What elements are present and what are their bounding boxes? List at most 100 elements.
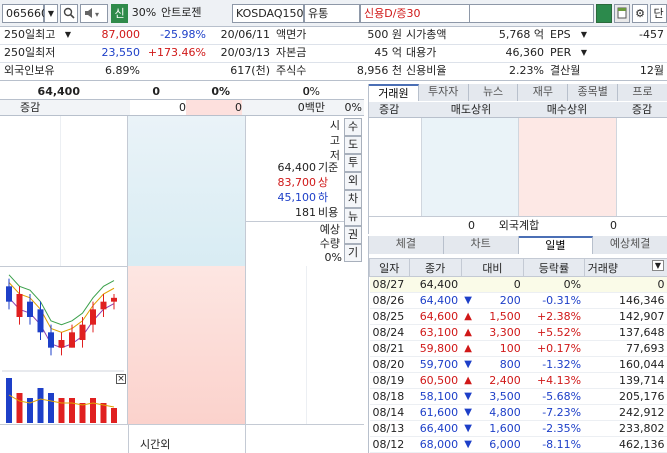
table-row[interactable]: 08/19 60,500 ▲ 2,400 +4.13% 139,714 [369, 372, 667, 389]
row-close: 61,600 [409, 404, 462, 421]
row-volume: 0 [584, 276, 667, 293]
row-change-value: 4,800 [489, 406, 521, 419]
price-ref-panel: 시 고 저 64,400 기준 83,700 상 45,100 하 181 비용… [246, 116, 344, 266]
code-dropdown-icon[interactable]: ▼ [44, 4, 58, 23]
ref-line-open: 시 [329, 119, 340, 132]
mini-chart[interactable]: × [0, 266, 128, 424]
margin-rate: 30% [131, 6, 157, 19]
table-row[interactable]: 08/21 59,800 ▲ 100 +0.17% 77,693 [369, 340, 667, 357]
foreign-qty: 617(천) [230, 64, 270, 77]
tab-investor[interactable]: 투자자 [418, 84, 469, 101]
price-rate: 0% [211, 85, 230, 98]
table-row[interactable]: 08/24 63,100 ▲ 3,300 +5.52% 137,648 [369, 324, 667, 341]
stock-name: 안트로젠 [161, 6, 202, 19]
tab-finance[interactable]: 재무 [518, 84, 569, 101]
tab-program[interactable]: 프로 [618, 84, 667, 101]
row-date: 08/12 [369, 436, 410, 453]
info-row-2: 250일최저 23,550 +173.46% 20/03/13 자본금 45 억… [0, 45, 667, 63]
row-close: 60,500 [409, 372, 462, 389]
settle-value: 12월 [639, 64, 664, 77]
side-tab-1[interactable]: 도 [344, 136, 362, 154]
price-change: 0 [152, 85, 160, 98]
new-badge: 신 [111, 4, 128, 23]
tab-news[interactable]: 뉴스 [468, 84, 519, 101]
high-date: 20/06/11 [220, 28, 270, 41]
eps-dropdown-icon[interactable]: ▼ [578, 27, 590, 42]
side-tab-5[interactable]: 뉴 [344, 208, 362, 226]
info-row-1: 250일최고 ▼ 87,000 -25.98% 20/06/11 액면가 500… [0, 27, 667, 45]
row-volume: 160,044 [584, 356, 667, 373]
row-close: 58,100 [409, 388, 462, 405]
bid-price-column [128, 266, 246, 424]
row-rate: 0% [523, 276, 585, 293]
table-row[interactable]: 08/20 59,700 ▼ 800 -1.32% 160,044 [369, 356, 667, 373]
volume-bar [69, 398, 75, 423]
daily-col-rate: 등락률 [523, 258, 585, 277]
side-tab-3[interactable]: 외 [344, 172, 362, 190]
excel-icon[interactable] [596, 4, 612, 23]
side-tab-7[interactable]: 기 [344, 244, 362, 262]
row-change-value: 6,000 [489, 438, 521, 451]
high-dropdown-icon[interactable]: ▼ [62, 27, 74, 42]
low-value: 23,550 [101, 46, 141, 59]
candle [6, 286, 12, 302]
table-row[interactable]: 08/25 64,600 ▲ 1,500 +2.38% 142,907 [369, 308, 667, 325]
side-tab-0[interactable]: 수 [344, 118, 362, 136]
row-rate: -0.31% [523, 292, 585, 309]
tab-broker[interactable]: 거래원 [369, 84, 419, 101]
row-date: 08/13 [369, 420, 410, 437]
candle [69, 332, 75, 348]
market-field: KOSDAQ150 [232, 4, 304, 23]
info-label-eps: EPS [550, 28, 571, 41]
row-close: 64,600 [409, 308, 462, 325]
shares-value: 8,956 천 [356, 64, 402, 77]
row-volume: 242,912 [584, 404, 667, 421]
side-tab-4[interactable]: 차 [344, 190, 362, 208]
mcap-value: 5,768 억 [498, 28, 544, 41]
volume-dropdown-icon[interactable]: ▼ [651, 259, 664, 271]
row-rate: -2.35% [523, 420, 585, 437]
foreign-sell-total: 0 [468, 219, 475, 232]
info-label-foreign: 외국인보유 [4, 64, 55, 77]
candle [90, 309, 96, 325]
broker-col-buy-chg: 증감 [631, 103, 653, 116]
table-row[interactable]: 08/26 64,400 ▼ 200 -0.31% 146,346 [369, 292, 667, 309]
info-label-low: 250일최저 [4, 46, 56, 59]
lower-limit-label: 하 [318, 191, 329, 204]
tab-by-stock[interactable]: 종목별 [568, 84, 619, 101]
tab-expected[interactable]: 예상체결 [593, 236, 667, 254]
daily-panel: 체결 차트 일별 예상체결 일자 종가 대비 등락률 거래량 ▼ 08/27 64,… [368, 236, 667, 453]
side-tab-6[interactable]: 권 [344, 226, 362, 244]
row-close: 64,400 [409, 292, 462, 309]
search-icon[interactable] [60, 4, 78, 23]
up-arrow-icon: ▲ [464, 327, 472, 338]
mini-chart-svg [2, 274, 124, 423]
row-change: ▲ 1,500 [461, 308, 524, 325]
last-button[interactable]: 단 [650, 4, 667, 23]
table-row[interactable]: 08/18 58,100 ▼ 3,500 -5.68% 205,176 [369, 388, 667, 405]
tab-daily[interactable]: 일별 [518, 236, 594, 254]
gear-icon[interactable]: ⚙ [632, 4, 648, 23]
row-change: ▲ 3,300 [461, 324, 524, 341]
table-row[interactable]: 08/27 64,400 0 0% 0 [369, 276, 667, 293]
row-volume: 142,907 [584, 308, 667, 325]
tab-chart[interactable]: 차트 [443, 236, 519, 254]
afterhours-row: 시간외 [0, 424, 364, 453]
row-date: 08/14 [369, 404, 410, 421]
tab-trades[interactable]: 체결 [369, 236, 444, 254]
high-value: 87,000 [101, 28, 141, 41]
daily-col-date: 일자 [369, 258, 410, 277]
window-icon[interactable] [614, 4, 630, 23]
per-dropdown-icon[interactable]: ▼ [578, 45, 590, 60]
volume-bar [100, 403, 107, 423]
stock-code-input[interactable]: 065660 [2, 4, 48, 23]
table-row[interactable]: 08/13 66,400 ▼ 1,600 -2.35% 233,802 [369, 420, 667, 437]
table-row[interactable]: 08/12 68,000 ▼ 6,000 -8.11% 462,136 [369, 436, 667, 453]
info-label-credit: 신용비율 [406, 64, 447, 77]
chart-close-icon[interactable]: × [116, 374, 126, 384]
side-tab-2[interactable]: 투 [344, 154, 362, 172]
table-row[interactable]: 08/14 61,600 ▼ 4,800 -7.23% 242,912 [369, 404, 667, 421]
speaker-icon[interactable]: ▾ [80, 4, 108, 23]
sector-field: 유통 [304, 4, 360, 23]
volume-bar [79, 403, 86, 423]
